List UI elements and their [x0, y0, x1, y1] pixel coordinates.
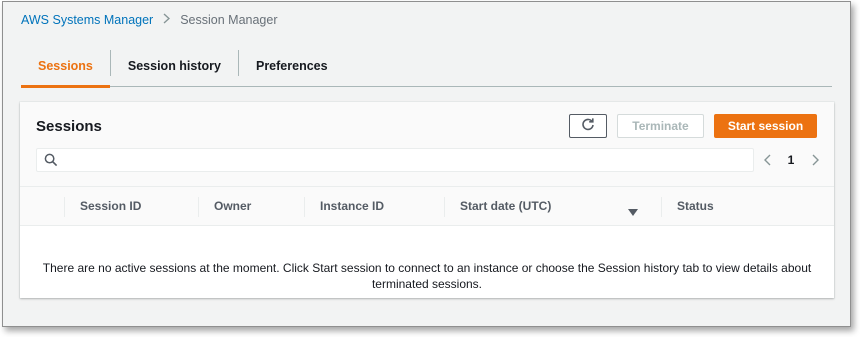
column-header-owner[interactable]: Owner	[198, 187, 304, 225]
terminate-button[interactable]: Terminate	[617, 114, 704, 138]
refresh-icon	[581, 117, 595, 135]
previous-page-icon[interactable]	[760, 148, 774, 172]
chevron-right-icon	[163, 12, 171, 27]
search-icon	[44, 153, 58, 172]
search-input[interactable]	[65, 150, 749, 170]
table-header: Session ID Owner Instance ID Start date …	[20, 186, 834, 226]
breadcrumb-session-manager: Session Manager	[180, 12, 278, 27]
panel-header: Sessions Terminate Start session 1	[20, 102, 834, 186]
search-box	[36, 148, 754, 172]
tab-preferences[interactable]: Preferences	[239, 46, 345, 86]
breadcrumb: AWS Systems Manager Session Manager	[21, 12, 278, 27]
console-window: AWS Systems Manager Session Manager Sess…	[2, 1, 851, 327]
caret-down-icon[interactable]	[628, 203, 638, 221]
tab-session-history[interactable]: Session history	[111, 46, 238, 86]
pagination: 1	[760, 148, 822, 172]
column-header-instance-id[interactable]: Instance ID	[304, 187, 444, 225]
refresh-button[interactable]	[569, 114, 607, 138]
start-session-button[interactable]: Start session	[714, 114, 817, 138]
column-header-start-date[interactable]: Start date (UTC)	[444, 187, 624, 225]
panel-title: Sessions	[36, 118, 102, 135]
breadcrumb-systems-manager[interactable]: AWS Systems Manager	[21, 13, 153, 27]
sessions-panel: Sessions Terminate Start session 1 Sessi…	[20, 102, 834, 298]
page-number[interactable]: 1	[788, 153, 795, 167]
column-header-status[interactable]: Status	[661, 187, 811, 225]
tab-bar: Sessions Session history Preferences	[21, 46, 832, 88]
next-page-icon[interactable]	[808, 148, 822, 172]
empty-state-message: There are no active sessions at the mome…	[42, 261, 812, 291]
column-header-session-id[interactable]: Session ID	[64, 187, 198, 225]
tab-sessions[interactable]: Sessions	[21, 46, 110, 88]
